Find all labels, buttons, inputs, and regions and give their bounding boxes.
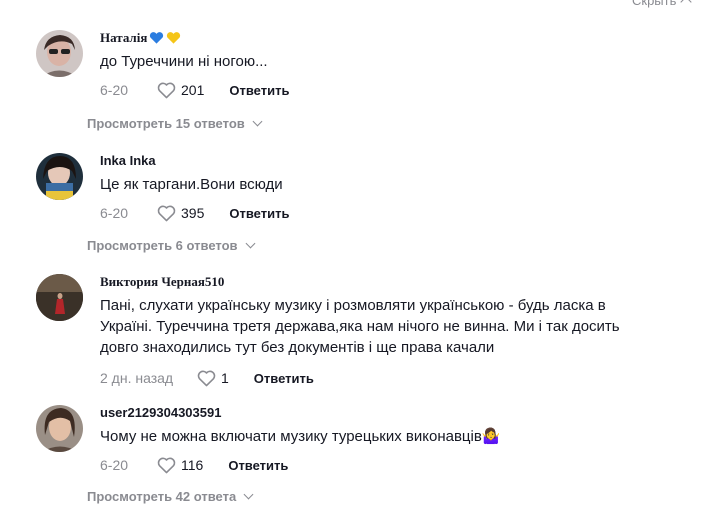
blue-heart-icon [150,32,164,44]
heart-outline-icon [197,370,216,386]
heart-outline-icon [157,457,176,473]
like-count: 201 [181,82,205,98]
like-count: 1 [221,370,229,386]
view-replies-button[interactable]: Просмотреть 42 ответа [87,489,254,504]
chevron-up-icon [680,0,693,8]
like-count: 116 [181,457,204,473]
view-replies-label: Просмотреть 6 ответов [87,238,238,253]
chevron-down-icon [243,489,254,500]
username[interactable]: Виктория Черная510 [100,274,696,290]
yellow-heart-icon [167,32,181,44]
avatar[interactable] [36,30,83,77]
comment-date: 6-20 [100,82,129,98]
avatar[interactable] [36,405,83,452]
comment-meta: 6-20 201 Ответить [100,80,696,100]
view-replies-label: Просмотреть 42 ответа [87,489,237,504]
hide-replies-button[interactable]: Скрыть [632,0,693,8]
avatar[interactable] [36,153,83,200]
comment-meta: 6-20 395 Ответить [100,203,696,223]
like-button[interactable]: 201 [157,82,204,99]
comment-meta: 2 дн. назад 1 Ответить [100,368,696,388]
view-replies-button[interactable]: Просмотреть 15 ответов [87,116,263,131]
view-replies-label: Просмотреть 15 ответов [87,116,245,131]
like-button[interactable]: 116 [157,457,203,474]
comment-meta: 6-20 116 Ответить [100,455,696,475]
reply-button[interactable]: Ответить [229,83,289,98]
reply-button[interactable]: Ответить [228,458,288,473]
like-button[interactable]: 395 [157,205,204,222]
username[interactable]: Inka Inka [100,153,696,169]
hide-label: Скрыть [632,0,677,8]
chevron-down-icon [252,116,263,127]
view-replies-button[interactable]: Просмотреть 6 ответов [87,238,255,253]
comment-text: Чому не можна включати музику турецьких … [100,428,501,445]
comment-text: Це як таргани.Вони всюди [100,176,283,193]
comment-date: 2 дн. назад [100,370,174,386]
avatar[interactable] [36,274,83,321]
comment-date: 6-20 [100,457,129,473]
comment-date: 6-20 [100,205,129,221]
heart-outline-icon [157,205,176,221]
reply-button[interactable]: Ответить [254,371,314,386]
like-button[interactable]: 1 [197,370,229,387]
shrug-emoji-icon: 🤷‍♀️ [481,428,501,445]
comment-text: Пані, слухати українську музику і розмов… [100,297,620,356]
heart-outline-icon [157,82,176,98]
username[interactable]: user2129304303591 [100,405,696,421]
reply-button[interactable]: Ответить [229,206,289,221]
like-count: 395 [181,205,205,221]
comment-text: до Туреччини ні ногою... [100,53,268,70]
chevron-down-icon [245,238,255,249]
username[interactable]: Наталія [100,30,696,46]
